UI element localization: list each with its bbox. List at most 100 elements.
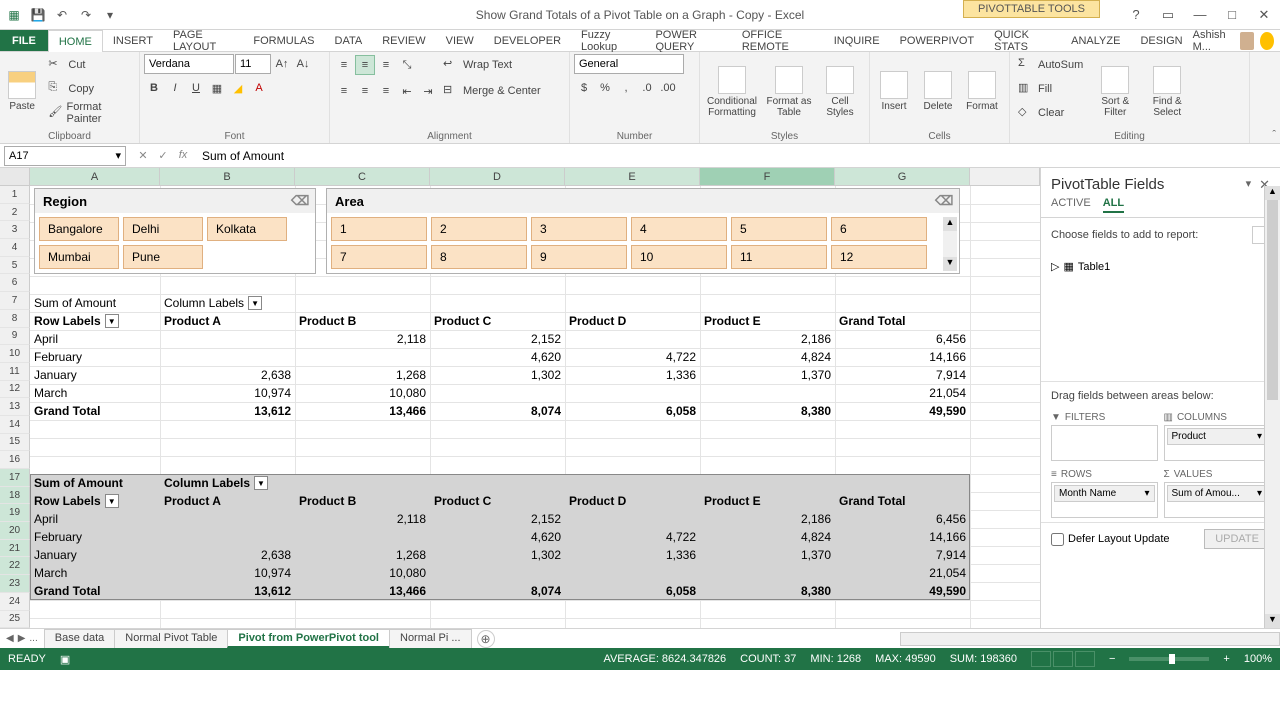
sheet-nav-first[interactable]: ◀ <box>6 633 14 644</box>
increase-decimal-button[interactable]: .0 <box>637 78 657 98</box>
pivot-column-labels[interactable]: Column Labels▼ <box>160 474 295 492</box>
fields-tab-active[interactable]: ACTIVE <box>1051 197 1091 213</box>
format-cells-button[interactable]: Format <box>962 54 1002 129</box>
fx-button[interactable]: fx <box>174 149 192 162</box>
cut-button[interactable]: ✂Cut <box>44 54 135 76</box>
row-header-13[interactable]: 13 <box>0 398 30 416</box>
delete-cells-button[interactable]: Delete <box>918 54 958 129</box>
align-top-button[interactable]: ≡ <box>334 55 354 75</box>
avatar[interactable] <box>1240 32 1254 50</box>
row-header-3[interactable]: 3 <box>0 221 30 239</box>
align-center-button[interactable]: ≡ <box>355 81 375 101</box>
slicer-area-item[interactable]: 12 <box>831 245 927 269</box>
paste-button[interactable]: Paste <box>4 54 40 129</box>
slicer-region-item[interactable]: Bangalore <box>39 217 119 241</box>
chevron-down-icon[interactable]: ▾ <box>1257 488 1262 499</box>
align-right-button[interactable]: ≡ <box>376 81 396 101</box>
value-pill-sum[interactable]: Sum of Amou...▾ <box>1167 485 1268 502</box>
clear-filter-icon[interactable]: ⌫ <box>291 193 307 209</box>
decrease-indent-button[interactable]: ⇤ <box>397 81 417 101</box>
format-as-table-button[interactable]: Format as Table <box>764 54 814 129</box>
tab-fuzzy-lookup[interactable]: Fuzzy Lookup <box>571 30 645 51</box>
sheet-tab-base-data[interactable]: Base data <box>44 629 116 648</box>
cancel-formula-button[interactable]: ✕ <box>134 149 152 162</box>
chevron-down-icon[interactable]: ▾ <box>1144 488 1149 499</box>
row-header-19[interactable]: 19 <box>0 504 30 522</box>
column-header-E[interactable]: E <box>565 168 700 185</box>
select-all-corner[interactable] <box>0 168 30 185</box>
conditional-formatting-button[interactable]: Conditional Formatting <box>704 54 760 129</box>
slicer-scroll-down[interactable]: ▼ <box>943 257 957 271</box>
slicer-area-item[interactable]: 3 <box>531 217 627 241</box>
row-header-14[interactable]: 14 <box>0 416 30 434</box>
save-icon[interactable]: 💾 <box>30 7 46 23</box>
slicer-region-item[interactable]: Kolkata <box>207 217 287 241</box>
macro-record-icon[interactable]: ▣ <box>60 653 70 666</box>
maximize-button[interactable]: □ <box>1220 5 1244 25</box>
row-header-11[interactable]: 11 <box>0 363 30 381</box>
percent-button[interactable]: % <box>595 78 615 98</box>
zoom-level[interactable]: 100% <box>1244 653 1272 665</box>
minimize-button[interactable]: — <box>1188 5 1212 25</box>
update-button[interactable]: UPDATE <box>1204 529 1270 549</box>
undo-icon[interactable]: ↶ <box>54 7 70 23</box>
row-pill-month[interactable]: Month Name▾ <box>1054 485 1155 502</box>
help-button[interactable]: ? <box>1124 5 1148 25</box>
row-header-22[interactable]: 22 <box>0 557 30 575</box>
clear-filter-icon[interactable]: ⌫ <box>935 193 951 209</box>
pivot-row-labels[interactable]: Row Labels▼ <box>30 492 160 510</box>
pivot-dropdown-button[interactable]: ▼ <box>105 314 119 328</box>
tab-data[interactable]: DATA <box>325 30 373 51</box>
row-header-8[interactable]: 8 <box>0 310 30 328</box>
column-header-G[interactable]: G <box>835 168 970 185</box>
find-select-button[interactable]: Find & Select <box>1143 54 1191 129</box>
ribbon-display-button[interactable]: ▭ <box>1156 5 1180 25</box>
cells-area[interactable]: Region⌫BangaloreDelhiKolkataMumbaiPuneAr… <box>30 186 1040 628</box>
increase-indent-button[interactable]: ⇥ <box>418 81 438 101</box>
chevron-down-icon[interactable]: ▾ <box>1257 431 1262 442</box>
column-pill-product[interactable]: Product▾ <box>1167 428 1268 445</box>
tab-developer[interactable]: DEVELOPER <box>484 30 571 51</box>
tab-design[interactable]: DESIGN <box>1130 30 1192 51</box>
name-box-dropdown-icon[interactable]: ▾ <box>115 149 121 162</box>
row-header-12[interactable]: 12 <box>0 381 30 399</box>
enter-formula-button[interactable]: ✓ <box>154 149 172 162</box>
autosum-button[interactable]: ΣAutoSum <box>1014 54 1087 76</box>
border-button[interactable]: ▦ <box>207 78 227 98</box>
row-header-1[interactable]: 1 <box>0 186 30 204</box>
slicer-area-item[interactable]: 11 <box>731 245 827 269</box>
tab-insert[interactable]: INSERT <box>103 30 163 51</box>
slicer-area-item[interactable]: 6 <box>831 217 927 241</box>
slicer-region-item[interactable]: Mumbai <box>39 245 119 269</box>
sort-filter-button[interactable]: Sort & Filter <box>1091 54 1139 129</box>
user-area[interactable]: Ashish M... <box>1193 30 1280 51</box>
redo-icon[interactable]: ↷ <box>78 7 94 23</box>
zoom-out-button[interactable]: − <box>1109 653 1115 665</box>
tab-office-remote[interactable]: OFFICE REMOTE <box>732 30 824 51</box>
align-bottom-button[interactable]: ≡ <box>376 55 396 75</box>
horizontal-scrollbar[interactable] <box>900 632 1280 646</box>
insert-cells-button[interactable]: Insert <box>874 54 914 129</box>
underline-button[interactable]: U <box>186 78 206 98</box>
orientation-button[interactable]: ⤡ <box>397 55 417 75</box>
slicer-region-item[interactable]: Delhi <box>123 217 203 241</box>
fill-button[interactable]: ▥Fill <box>1014 78 1087 100</box>
font-size-select[interactable] <box>235 54 271 74</box>
slicer-area[interactable]: Area⌫123456789101112▲▼ <box>326 188 960 274</box>
formula-input[interactable]: Sum of Amount <box>196 149 1280 163</box>
sheet-nav-prev[interactable]: ▶ <box>18 633 26 644</box>
row-header-24[interactable]: 24 <box>0 593 30 611</box>
collapse-ribbon-button[interactable]: ˆ <box>1272 129 1276 141</box>
tab-power-query[interactable]: POWER QUERY <box>645 30 731 51</box>
tab-home[interactable]: HOME <box>48 30 103 52</box>
comma-button[interactable]: , <box>616 78 636 98</box>
row-header-7[interactable]: 7 <box>0 292 30 310</box>
row-header-2[interactable]: 2 <box>0 204 30 222</box>
slicer-area-item[interactable]: 2 <box>431 217 527 241</box>
cell-styles-button[interactable]: Cell Styles <box>818 54 862 129</box>
view-page-layout-button[interactable] <box>1053 651 1073 667</box>
tab-review[interactable]: REVIEW <box>372 30 435 51</box>
slicer-area-item[interactable]: 9 <box>531 245 627 269</box>
slicer-area-item[interactable]: 4 <box>631 217 727 241</box>
values-drop-area[interactable]: Sum of Amou...▾ <box>1164 482 1271 518</box>
